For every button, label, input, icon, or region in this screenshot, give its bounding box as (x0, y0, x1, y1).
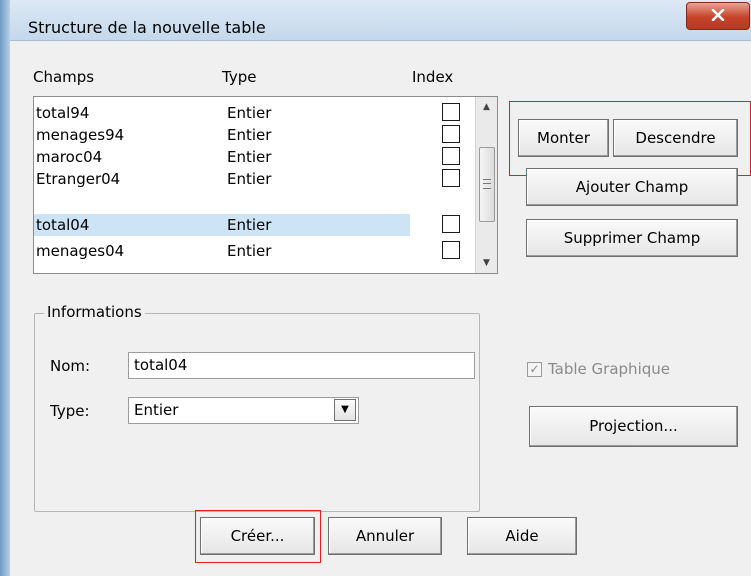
title-bar: Structure de la nouvelle table (10, 0, 751, 41)
ajouter-champ-button[interactable]: Ajouter Champ (526, 168, 738, 206)
grip-icon (483, 179, 491, 189)
type-select[interactable]: Entier ▼ (128, 397, 359, 424)
fields-list[interactable]: total94 Entier menages94 Entier maroc04 … (33, 96, 498, 274)
table-graphique-label: Table Graphique (548, 360, 670, 378)
field-type: Entier (227, 148, 272, 166)
field-type: Entier (227, 126, 272, 144)
index-checkbox[interactable] (442, 103, 460, 121)
field-row[interactable]: total94 Entier (34, 102, 474, 124)
scroll-up-arrow-icon[interactable]: ▲ (476, 97, 497, 117)
close-icon (711, 8, 725, 22)
field-type: Entier (227, 216, 272, 234)
scrollbar-thumb[interactable] (479, 147, 495, 222)
field-row[interactable]: maroc04 Entier (34, 146, 474, 168)
aide-button[interactable]: Aide (467, 517, 577, 555)
field-name: maroc04 (36, 148, 103, 166)
annuler-button[interactable]: Annuler (328, 517, 442, 555)
highlight-move-buttons (509, 101, 751, 176)
field-name: total04 (36, 216, 90, 234)
selection-highlight (34, 214, 410, 236)
table-graphique-checkbox[interactable]: ✓ (527, 362, 542, 377)
highlight-creer-button (195, 510, 321, 563)
index-checkbox[interactable] (442, 125, 460, 143)
index-checkbox[interactable] (442, 215, 460, 233)
field-row[interactable]: menages04 Entier (34, 240, 474, 262)
column-header-index: Index (412, 68, 454, 86)
field-row-selected[interactable]: total04 Entier (34, 214, 474, 236)
column-header-type: Type (222, 68, 257, 86)
field-name: total94 (36, 104, 90, 122)
field-name: menages04 (36, 242, 125, 260)
field-name: menages94 (36, 126, 125, 144)
supprimer-champ-button[interactable]: Supprimer Champ (526, 219, 738, 257)
field-type: Entier (227, 242, 272, 260)
list-scrollbar[interactable]: ▲ ▼ (475, 97, 497, 273)
index-checkbox[interactable] (442, 241, 460, 259)
field-row[interactable]: Etranger04 Entier (34, 168, 474, 190)
informations-group-title: Informations (44, 303, 145, 321)
window-left-border (0, 0, 10, 576)
scroll-down-arrow-icon[interactable]: ▼ (476, 253, 497, 273)
nom-label: Nom: (50, 357, 91, 375)
column-header-champs: Champs (33, 68, 95, 86)
index-checkbox[interactable] (442, 147, 460, 165)
index-checkbox[interactable] (442, 169, 460, 187)
field-type: Entier (227, 170, 272, 188)
field-name: Etranger04 (36, 170, 121, 188)
type-select-value: Entier (134, 401, 179, 419)
field-row[interactable]: menages94 Entier (34, 124, 474, 146)
close-button[interactable] (686, 2, 750, 30)
window-title: Structure de la nouvelle table (28, 18, 266, 37)
chevron-down-icon[interactable]: ▼ (334, 399, 356, 421)
projection-button[interactable]: Projection... (529, 406, 738, 447)
nom-field[interactable]: total04 (128, 352, 475, 379)
field-type: Entier (227, 104, 272, 122)
type-label: Type: (50, 402, 90, 420)
